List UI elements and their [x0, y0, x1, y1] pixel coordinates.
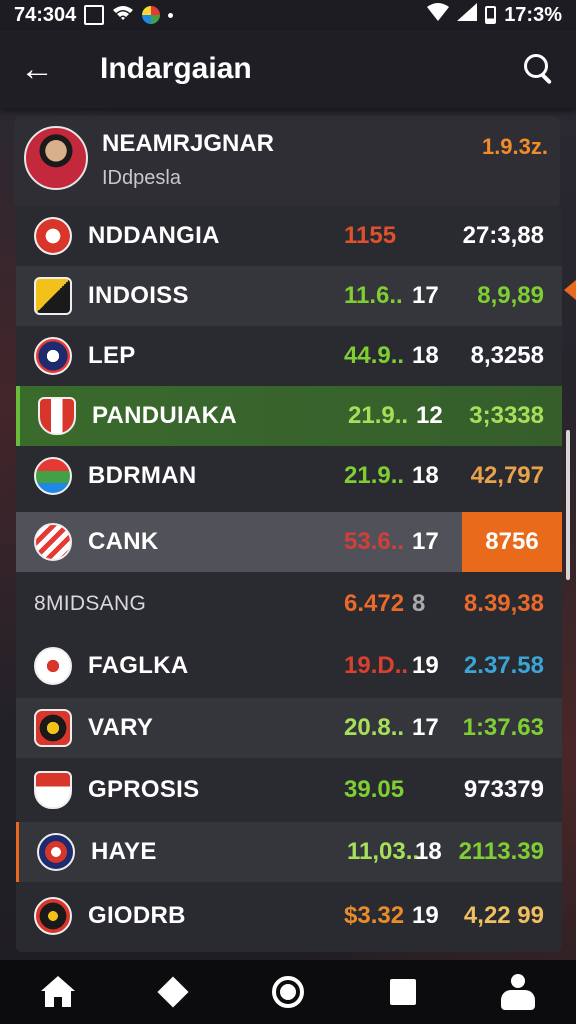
- team-name: PANDUIAKA: [92, 402, 237, 429]
- row-value-3: 2.37.58: [463, 652, 544, 679]
- page-title: Indargaian: [100, 52, 252, 85]
- battery-level: 17:3%: [504, 3, 562, 26]
- row-value-3: 42,797: [470, 462, 544, 489]
- scrollbar[interactable]: [566, 430, 570, 580]
- list-item[interactable]: GIODRB $3.32 19 4,22 99: [16, 886, 562, 946]
- row-value-3: 8756: [485, 528, 539, 555]
- team-logo-icon: [34, 897, 72, 935]
- cell-signal-icon: [457, 3, 478, 27]
- row-value-3: 1:37.63: [462, 714, 544, 741]
- team-logo-icon: [34, 523, 72, 561]
- row-value-3: 3;3338: [469, 402, 544, 429]
- row-value-3: 27:3,88: [462, 222, 544, 249]
- app-icon: [142, 6, 161, 24]
- avatar: [24, 126, 88, 190]
- row-value-1: 44.9..: [344, 342, 405, 369]
- diamond-icon[interactable]: [153, 972, 193, 1012]
- list-item[interactable]: VARY 20.8.. 17 1:37.63: [16, 698, 562, 758]
- row-value-2: 12: [416, 402, 443, 429]
- row-value-2: 18: [412, 462, 439, 489]
- row-value-2: 17: [412, 528, 439, 555]
- arrow-left-icon[interactable]: ←: [20, 50, 60, 89]
- row-value-2: 17: [412, 714, 439, 741]
- battery-icon: [485, 6, 497, 24]
- app-bar: ← Indargaian: [0, 30, 576, 108]
- value-badge: 8756: [462, 512, 562, 572]
- team-logo-icon: [38, 397, 76, 435]
- row-value-2: 17: [412, 282, 439, 309]
- team-logo-icon: [34, 217, 72, 255]
- profile-value: 1.9.3z.: [481, 134, 548, 159]
- list-item[interactable]: NDDANGIA 1155 27:3,88: [16, 206, 562, 266]
- row-value-2: 8: [412, 590, 426, 617]
- team-logo-icon: [34, 337, 72, 375]
- row-value-3: 2113.39: [458, 838, 544, 865]
- team-name: GPROSIS: [88, 776, 200, 803]
- row-value-1: 20.8..: [344, 714, 405, 741]
- dot-icon: [168, 12, 174, 18]
- user-icon[interactable]: [498, 972, 538, 1012]
- team-name: HAYE: [91, 838, 157, 865]
- team-name: VARY: [88, 714, 154, 741]
- side-indicator-icon: [564, 280, 576, 300]
- status-time: 74:304: [14, 3, 77, 26]
- row-value-1: 11,03..: [347, 838, 420, 865]
- square-icon[interactable]: [383, 972, 423, 1012]
- row-value-3: 4,22 99: [463, 902, 544, 929]
- standings-list: NDDANGIA 1155 27:3,88 INDOISS 11.6.. 17 …: [16, 206, 562, 952]
- team-name: LEP: [88, 342, 136, 369]
- list-item[interactable]: PANDUIAKA 21.9.. 12 3;3338: [16, 386, 562, 446]
- circle-icon[interactable]: [268, 972, 308, 1012]
- row-value-2: 19: [412, 902, 439, 929]
- bottom-nav: [0, 960, 576, 1024]
- row-value-2: 18: [412, 342, 439, 369]
- list-item[interactable]: HAYE 11,03.. 18 2113.39: [16, 822, 562, 882]
- list-item[interactable]: INDOISS 11.6.. 17 8,9,89: [16, 266, 562, 326]
- row-value-1: 39.05: [344, 776, 405, 803]
- home-icon[interactable]: [38, 972, 78, 1012]
- team-logo-icon: [34, 457, 72, 495]
- row-value-2: 18: [415, 838, 442, 865]
- search-icon[interactable]: [522, 52, 556, 86]
- team-logo-icon: [34, 709, 72, 747]
- wifi-icon: [112, 4, 134, 27]
- row-value-3: 973379: [463, 776, 544, 803]
- team-name: GIODRB: [88, 902, 186, 929]
- team-name: CANK: [88, 528, 159, 555]
- wifi-signal-icon: [427, 3, 450, 27]
- team-name: FAGLKA: [88, 652, 189, 679]
- list-item[interactable]: 8MIDSANG 6.472 8 8.39,38: [16, 574, 562, 634]
- list-item-highlighted[interactable]: CANK 53.6.. 17 8756: [16, 512, 562, 572]
- team-logo-icon: [34, 771, 72, 809]
- list-item[interactable]: FAGLKA 19.D.. 19 2.37.58: [16, 636, 562, 696]
- profile-card[interactable]: NEAMRJGNAR IDdpesla 1.9.3z.: [14, 116, 560, 208]
- row-value-1: 1155: [344, 222, 397, 249]
- row-value-1: 21.9..: [344, 462, 405, 489]
- row-value-1: 21.9..: [348, 402, 409, 429]
- team-logo-icon: [34, 277, 72, 315]
- row-value-3: 8,3258: [470, 342, 544, 369]
- notification-icon: [84, 5, 105, 25]
- row-value-1: $3.32: [344, 902, 405, 929]
- team-logo-icon: [37, 833, 75, 871]
- row-value-1: 19.D..: [344, 652, 409, 679]
- row-value-1: 53.6..: [344, 528, 405, 555]
- team-logo-icon: [34, 647, 72, 685]
- row-value-3: 8,9,89: [477, 282, 544, 309]
- list-item[interactable]: GPROSIS 39.05 973379: [16, 760, 562, 820]
- row-value-1: 11.6..: [344, 282, 403, 309]
- row-value-3: 8.39,38: [463, 590, 544, 617]
- status-bar: 74:304 17:3%: [0, 0, 576, 30]
- list-item[interactable]: LEP 44.9.. 18 8,3258: [16, 326, 562, 386]
- team-name: BDRMAN: [88, 462, 197, 489]
- list-item[interactable]: BDRMAN 21.9.. 18 42,797: [16, 446, 562, 506]
- row-value-1: 6.472: [344, 590, 405, 617]
- profile-subtitle: IDdpesla: [102, 167, 181, 189]
- team-name: NDDANGIA: [88, 222, 220, 249]
- team-name: INDOISS: [88, 282, 189, 309]
- row-value-2: 19: [412, 652, 439, 679]
- team-name: 8MIDSANG: [34, 592, 147, 615]
- profile-name: NEAMRJGNAR: [102, 130, 275, 157]
